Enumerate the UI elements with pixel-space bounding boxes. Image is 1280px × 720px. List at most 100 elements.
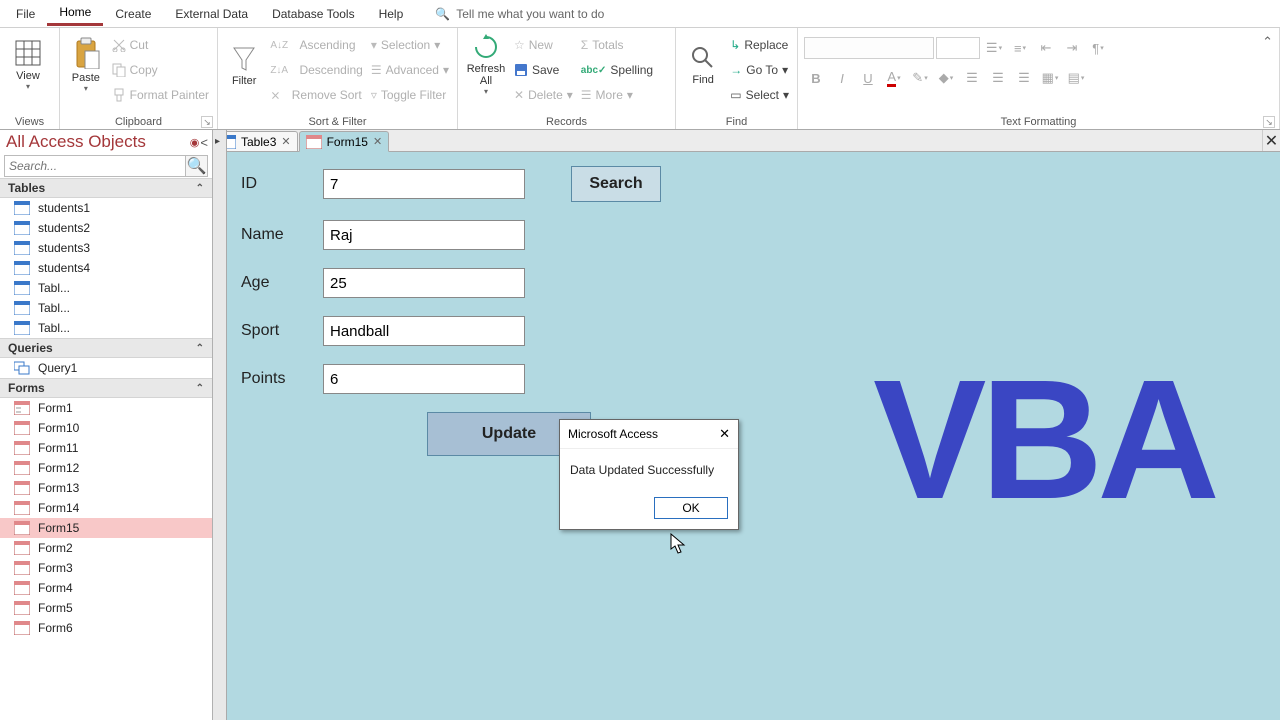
nav-table-item[interactable]: Tabl... [0, 318, 212, 338]
menu-file[interactable]: File [4, 3, 47, 25]
nav-table-item[interactable]: Tabl... [0, 278, 212, 298]
nav-form-item[interactable]: Form3 [0, 558, 212, 578]
navigation-pane: All Access Objects ◉ < 🔍 Tables⌃ student… [0, 130, 213, 720]
select-button[interactable]: ▭Select ▾ [728, 84, 791, 106]
close-all-icon[interactable]: ✕ [1262, 130, 1280, 151]
selection-button[interactable]: ▾Selection ▾ [369, 34, 451, 56]
collapse-ribbon-icon[interactable]: ⌃ [1262, 34, 1273, 50]
nav-category-queries[interactable]: Queries⌃ [0, 338, 212, 358]
sort-asc-icon: A↓Z [270, 40, 288, 51]
paste-button[interactable]: Paste ▾ [66, 30, 106, 100]
format-painter-button[interactable]: Format Painter [110, 84, 211, 106]
nav-form-item[interactable]: Form6 [0, 618, 212, 638]
find-button[interactable]: Find [682, 30, 724, 100]
nav-table-item[interactable]: students3 [0, 238, 212, 258]
age-field[interactable] [323, 268, 525, 298]
nav-search-input[interactable] [5, 156, 185, 176]
close-icon[interactable]: ✕ [281, 135, 290, 148]
ribbon-group-sort-filter: Filter A↓Z Ascending Z↓A Descending ⨯ Re… [218, 28, 458, 129]
view-button[interactable]: View ▾ [6, 30, 50, 100]
alt-row-color-icon[interactable]: ▤▾ [1064, 67, 1088, 89]
italic-icon[interactable]: I [830, 67, 854, 89]
menu-help[interactable]: Help [367, 3, 416, 25]
nav-dropdown-icon[interactable]: ◉ [190, 136, 200, 149]
nav-form-item[interactable]: Form12 [0, 458, 212, 478]
copy-button[interactable]: Copy [110, 59, 211, 81]
close-icon[interactable]: ✕ [719, 426, 730, 442]
nav-form-item[interactable]: Form1 [0, 398, 212, 418]
underline-icon[interactable]: U [856, 67, 880, 89]
form-icon [14, 581, 30, 595]
more-icon: ☰ [581, 88, 592, 102]
menu-create[interactable]: Create [103, 3, 163, 25]
cut-button[interactable]: Cut [110, 34, 211, 56]
align-center-icon[interactable]: ☰ [986, 67, 1010, 89]
nav-form-item[interactable]: Form15 [0, 518, 212, 538]
ribbon: View ▾ Views Paste ▾ Cut Copy Format Pai… [0, 28, 1280, 130]
filter-button[interactable]: Filter [224, 30, 264, 100]
save-button[interactable]: Save [512, 59, 575, 81]
nav-form-item[interactable]: Form4 [0, 578, 212, 598]
name-field[interactable] [323, 220, 525, 250]
nav-query-item[interactable]: Query1 [0, 358, 212, 378]
tab-form15[interactable]: Form15✕ [299, 131, 390, 152]
toggle-filter-button[interactable]: ▿Toggle Filter [369, 84, 451, 106]
replace-button[interactable]: ↳Replace [728, 34, 791, 56]
new-button[interactable]: ☆New [512, 34, 575, 56]
points-field[interactable] [323, 364, 525, 394]
nav-table-item[interactable]: students1 [0, 198, 212, 218]
tell-me[interactable]: 🔍 Tell me what you want to do [435, 7, 604, 21]
more-button[interactable]: ☰More ▾ [579, 84, 655, 106]
close-icon[interactable]: ✕ [373, 135, 382, 148]
nav-table-item[interactable]: students2 [0, 218, 212, 238]
nav-table-item[interactable]: students4 [0, 258, 212, 278]
bold-icon[interactable]: B [804, 67, 828, 89]
search-button[interactable]: Search [571, 166, 661, 202]
delete-button[interactable]: ✕Delete ▾ [512, 84, 575, 106]
align-right-icon[interactable]: ☰ [1012, 67, 1036, 89]
sport-field[interactable] [323, 316, 525, 346]
indent-inc-icon[interactable]: ⇥ [1060, 37, 1084, 59]
font-size-select[interactable] [936, 37, 980, 59]
nav-category-tables[interactable]: Tables⌃ [0, 178, 212, 198]
numbering-icon[interactable]: ≡▾ [1008, 37, 1032, 59]
align-left-icon[interactable]: ☰ [960, 67, 984, 89]
nav-form-item[interactable]: Form2 [0, 538, 212, 558]
descending-button[interactable]: Z↓A Descending [268, 59, 365, 81]
nav-form-item[interactable]: Form13 [0, 478, 212, 498]
remove-sort-button[interactable]: ⨯ Remove Sort [268, 84, 365, 106]
gridlines-icon[interactable]: ▦▾ [1038, 67, 1062, 89]
search-icon[interactable]: 🔍 [185, 156, 207, 176]
nav-form-item[interactable]: Form5 [0, 598, 212, 618]
spelling-button[interactable]: abc✓Spelling [579, 59, 655, 81]
nav-form-item[interactable]: Form11 [0, 438, 212, 458]
refresh-all-button[interactable]: RefreshAll ▾ [464, 30, 508, 100]
fill-color-icon[interactable]: ◆▾ [934, 67, 958, 89]
menu-home[interactable]: Home [47, 1, 103, 26]
nav-title[interactable]: All Access Objects [6, 132, 146, 152]
text-direction-icon[interactable]: ¶▾ [1086, 37, 1110, 59]
ascending-button[interactable]: A↓Z Ascending [268, 34, 365, 56]
record-selector[interactable] [213, 130, 227, 720]
nav-category-forms[interactable]: Forms⌃ [0, 378, 212, 398]
paste-icon [71, 37, 101, 69]
bullets-icon[interactable]: ☰▾ [982, 37, 1006, 59]
advanced-button[interactable]: ☰Advanced ▾ [369, 59, 451, 81]
highlight-icon[interactable]: ✎▾ [908, 67, 932, 89]
menu-external-data[interactable]: External Data [163, 3, 260, 25]
nav-collapse-icon[interactable]: < [200, 135, 208, 150]
totals-button[interactable]: ΣTotals [579, 34, 655, 56]
ok-button[interactable]: OK [654, 497, 728, 519]
dialog-launcher-icon[interactable]: ↘ [201, 116, 213, 128]
field-label-sport: Sport [241, 322, 323, 340]
nav-form-item[interactable]: Form10 [0, 418, 212, 438]
dialog-launcher-icon[interactable]: ↘ [1263, 116, 1275, 128]
id-field[interactable] [323, 169, 525, 199]
indent-dec-icon[interactable]: ⇤ [1034, 37, 1058, 59]
menu-database-tools[interactable]: Database Tools [260, 3, 367, 25]
nav-table-item[interactable]: Tabl... [0, 298, 212, 318]
font-family-select[interactable] [804, 37, 934, 59]
nav-form-item[interactable]: Form14 [0, 498, 212, 518]
goto-button[interactable]: →Go To ▾ [728, 59, 791, 81]
font-color-icon[interactable]: A▾ [882, 67, 906, 89]
